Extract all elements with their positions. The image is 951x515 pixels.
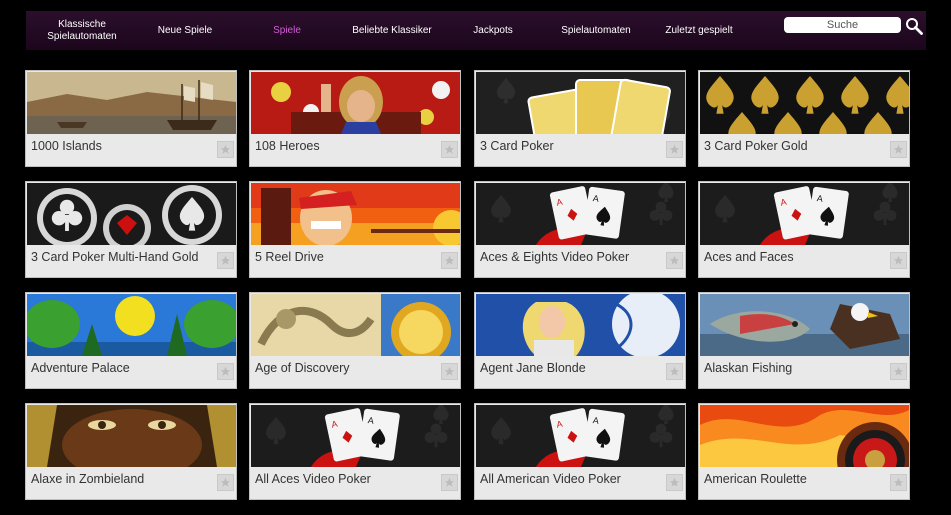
favorite-star-button[interactable] [890,141,907,158]
star-icon [669,144,680,154]
game-thumbnail[interactable]: A A [476,183,685,245]
game-card[interactable]: Age of Discovery [249,292,461,389]
star-icon [669,255,680,265]
game-title: Alaskan Fishing [704,361,793,375]
game-title: Aces & Eights Video Poker [480,250,630,264]
game-thumbnail[interactable] [700,72,909,134]
game-title: All Aces Video Poker [255,472,371,486]
game-title: Alaxe in Zombieland [31,472,145,486]
game-title: Agent Jane Blonde [480,361,586,375]
favorite-star-button[interactable] [666,252,683,269]
star-icon [669,366,680,376]
game-thumbnail[interactable] [27,294,236,356]
game-card[interactable]: Alaxe in Zombieland [25,403,237,500]
game-card[interactable]: A A Aces & Eights Video Poker [474,181,686,278]
favorite-star-button[interactable] [441,363,458,380]
game-grid: 1000 Islands 108 Heroes 3 Card Poker 3 C… [25,70,912,502]
game-card[interactable]: American Roulette [698,403,910,500]
star-icon [220,255,231,265]
search-input[interactable] [784,17,901,33]
game-card[interactable]: A A All Aces Video Poker [249,403,461,500]
game-thumbnail[interactable] [476,294,685,356]
game-card[interactable]: Adventure Palace [25,292,237,389]
star-icon [893,477,904,487]
star-icon [220,477,231,487]
star-icon [444,366,455,376]
search-icon[interactable] [905,17,923,35]
game-thumbnail[interactable] [700,405,909,467]
game-card[interactable]: Agent Jane Blonde [474,292,686,389]
game-title: Aces and Faces [704,250,794,264]
nav-beliebte-klassiker[interactable]: Beliebte Klassiker [344,11,440,50]
star-icon [669,477,680,487]
game-title: All American Video Poker [480,472,621,486]
favorite-star-button[interactable] [441,474,458,491]
game-title: Adventure Palace [31,361,130,375]
star-icon [893,366,904,376]
favorite-star-button[interactable] [890,474,907,491]
game-title: American Roulette [704,472,807,486]
favorite-star-button[interactable] [441,252,458,269]
game-thumbnail[interactable] [27,405,236,467]
game-thumbnail[interactable]: A A [251,405,460,467]
star-icon [893,144,904,154]
game-thumbnail[interactable] [251,72,460,134]
game-card[interactable]: 3 Card Poker [474,70,686,167]
game-thumbnail[interactable] [251,294,460,356]
game-title: 3 Card Poker Gold [704,139,808,153]
favorite-star-button[interactable] [217,141,234,158]
game-card[interactable]: 1000 Islands [25,70,237,167]
game-card[interactable]: 3 Card Poker Multi-Hand Gold [25,181,237,278]
game-thumbnail[interactable]: A A [700,183,909,245]
game-title: 5 Reel Drive [255,250,324,264]
star-icon [444,477,455,487]
game-title: 108 Heroes [255,139,320,153]
game-thumbnail[interactable] [700,294,909,356]
star-icon [444,255,455,265]
star-icon [893,255,904,265]
game-card[interactable]: 5 Reel Drive [249,181,461,278]
star-icon [220,144,231,154]
game-thumbnail[interactable]: A A [476,405,685,467]
game-card[interactable]: Alaskan Fishing [698,292,910,389]
nav-klassische-spielautomaten[interactable]: Klassische Spielautomaten [40,11,124,50]
favorite-star-button[interactable] [217,474,234,491]
game-thumbnail[interactable] [251,183,460,245]
favorite-star-button[interactable] [441,141,458,158]
game-card[interactable]: 3 Card Poker Gold [698,70,910,167]
favorite-star-button[interactable] [890,363,907,380]
game-thumbnail[interactable] [27,183,236,245]
game-card[interactable]: A A All American Video Poker [474,403,686,500]
game-title: 1000 Islands [31,139,102,153]
game-title: Age of Discovery [255,361,350,375]
game-card[interactable]: 108 Heroes [249,70,461,167]
nav-spielautomaten[interactable]: Spielautomaten [554,11,638,50]
top-navigation: Klassische Spielautomaten Neue Spiele Sp… [26,11,926,50]
nav-spiele[interactable]: Spiele [261,11,313,50]
favorite-star-button[interactable] [666,141,683,158]
favorite-star-button[interactable] [666,363,683,380]
favorite-star-button[interactable] [217,363,234,380]
game-thumbnail[interactable] [27,72,236,134]
nav-jackpots[interactable]: Jackpots [464,11,522,50]
nav-zuletzt-gespielt[interactable]: Zuletzt gespielt [660,11,738,50]
game-title: 3 Card Poker Multi-Hand Gold [31,250,199,264]
favorite-star-button[interactable] [217,252,234,269]
game-title: 3 Card Poker [480,139,554,153]
game-thumbnail[interactable] [476,72,685,134]
star-icon [220,366,231,376]
game-card[interactable]: A A Aces and Faces [698,181,910,278]
nav-neue-spiele[interactable]: Neue Spiele [146,11,224,50]
star-icon [444,144,455,154]
favorite-star-button[interactable] [890,252,907,269]
favorite-star-button[interactable] [666,474,683,491]
